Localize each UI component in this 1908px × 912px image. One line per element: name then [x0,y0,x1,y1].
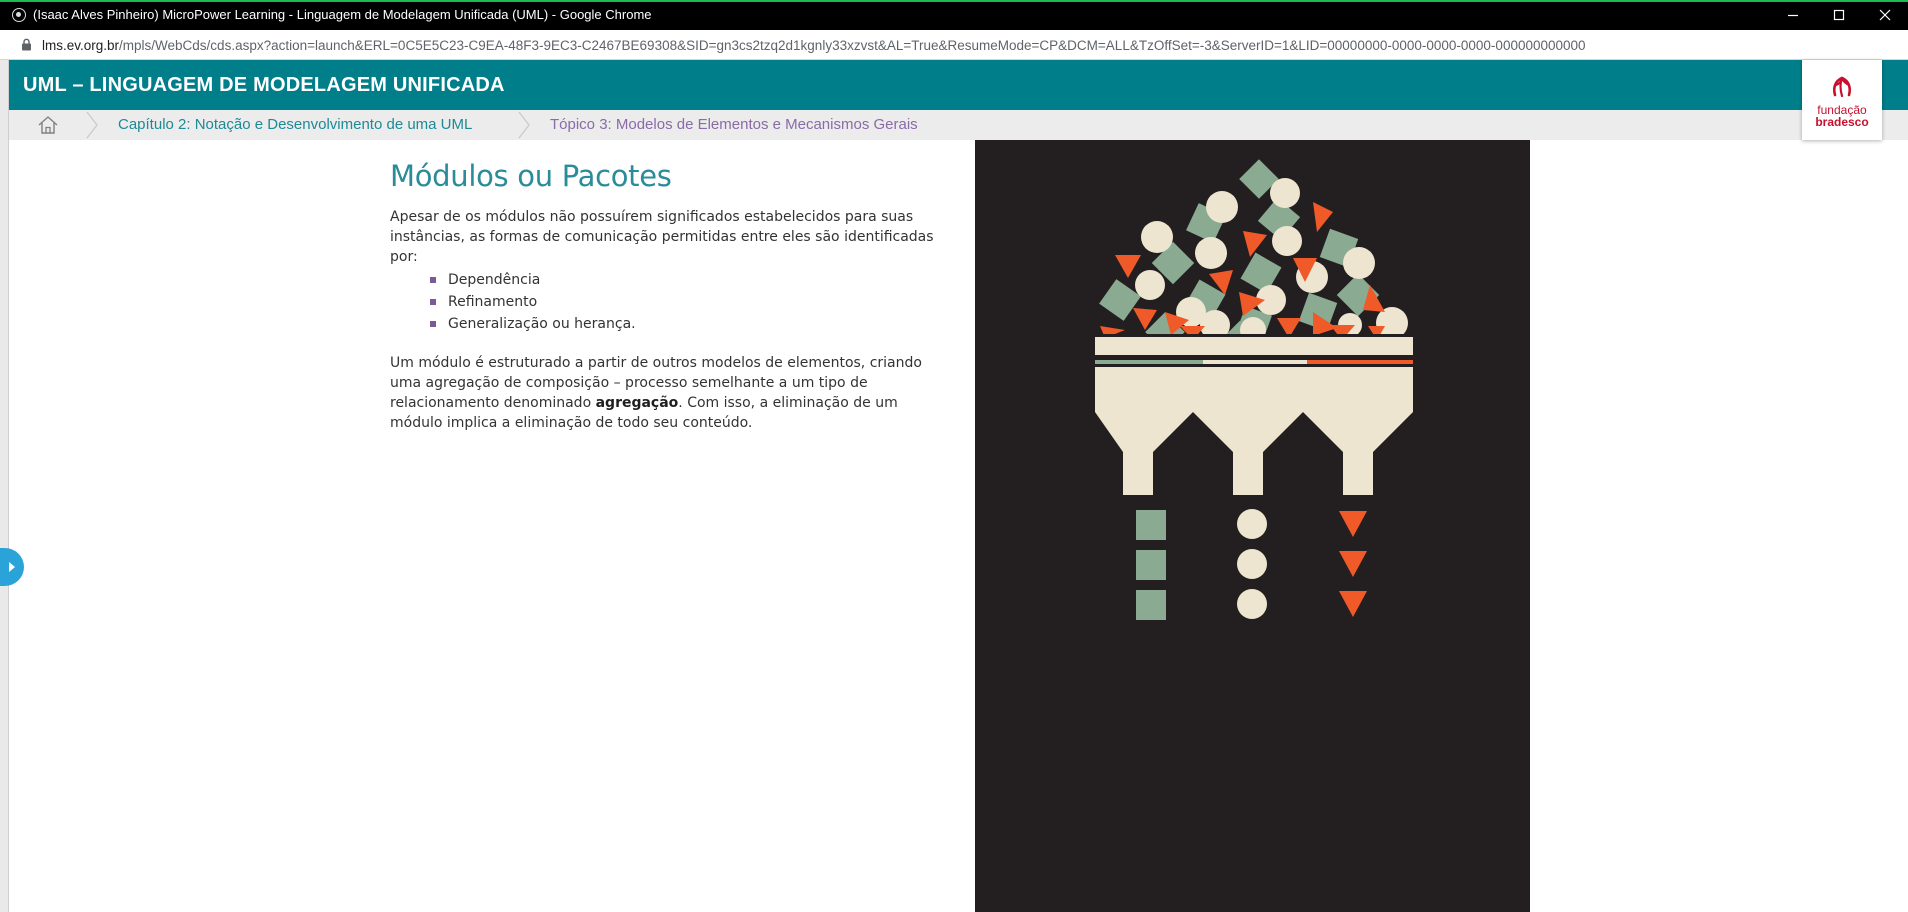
stripe-green [1095,360,1203,364]
logo-text-bradesco: bradesco [1815,115,1869,129]
stripe-cream [1203,360,1307,364]
breadcrumb-topic-link[interactable]: Tópico 3: Modelos de Elementos e Mecanis… [550,116,918,133]
breadcrumb-separator [86,111,98,139]
stripe-orange [1307,360,1413,364]
list-item: Refinamento [430,291,950,313]
output-circle [1237,509,1267,539]
bullet-square-icon [430,299,436,305]
close-button[interactable] [1862,0,1908,30]
address-bar[interactable]: lms.ev.org.br/mpls/WebCds/cds.aspx?actio… [0,30,1908,60]
window-title: (Isaac Alves Pinheiro) MicroPower Learni… [33,7,652,22]
bullet-square-icon [430,277,436,283]
chrome-profile-icon [12,8,26,22]
minimize-icon [1788,14,1798,17]
course-header: UML – LINGUAGEM DE MODELAGEM UNIFICADA [9,60,1908,110]
communication-forms-list: Dependência Refinamento Generalização ou… [430,269,950,335]
side-panel-toggle[interactable] [0,548,24,586]
shape-pile [1099,159,1408,334]
list-item: Generalização ou herança. [430,313,950,335]
left-edge-strip [0,60,9,912]
minimize-button[interactable] [1770,0,1816,30]
maximize-icon [1833,9,1845,21]
list-item-label: Generalização ou herança. [448,316,636,332]
modules-illustration [975,140,1530,912]
output-square [1136,590,1166,620]
url-text[interactable]: lms.ev.org.br/mpls/WebCds/cds.aspx?actio… [42,38,1586,53]
chevron-right-icon [9,562,15,572]
lesson-content: Módulos ou Pacotes Apesar de os módulos … [390,155,950,433]
output-triangle [1339,511,1367,537]
home-icon[interactable] [37,115,59,135]
funnel-sorting-graphic [1095,159,1413,620]
output-triangle [1339,551,1367,577]
bullet-square-icon [430,321,436,327]
output-triangle [1339,591,1367,617]
hopper-rim [1095,337,1413,355]
list-item-label: Dependência [448,272,541,288]
url-path: /mpls/WebCds/cds.aspx?action=launch&ERL=… [119,38,1586,53]
window-focus-edge [0,0,1908,2]
output-circle [1237,589,1267,619]
window-titlebar: (Isaac Alves Pinheiro) MicroPower Learni… [0,0,1908,30]
close-icon [1879,9,1891,21]
hopper-funnels [1095,367,1413,495]
breadcrumb-chapter-link[interactable]: Capítulo 2: Notação e Desenvolvimento de… [118,116,472,133]
output-square [1136,550,1166,580]
module-paragraph: Um módulo é estruturado a partir de outr… [390,353,950,433]
lock-icon[interactable] [21,38,32,51]
intro-paragraph: Apesar de os módulos não possuírem signi… [390,209,934,265]
breadcrumb: Capítulo 2: Notação e Desenvolvimento de… [9,110,1908,140]
fundacao-bradesco-logo: fundação bradesco [1802,60,1882,140]
output-circle [1237,549,1267,579]
output-square [1136,510,1166,540]
url-host: lms.ev.org.br [42,38,120,53]
list-item-label: Refinamento [448,294,538,310]
course-title: UML – LINGUAGEM DE MODELAGEM UNIFICADA [23,74,505,96]
list-item: Dependência [430,269,950,291]
breadcrumb-separator [518,111,530,139]
page-title: Módulos ou Pacotes [390,159,672,193]
maximize-button[interactable] [1816,0,1862,30]
bradesco-tree-icon [1832,76,1852,98]
aggregation-term: agregação [595,395,679,411]
